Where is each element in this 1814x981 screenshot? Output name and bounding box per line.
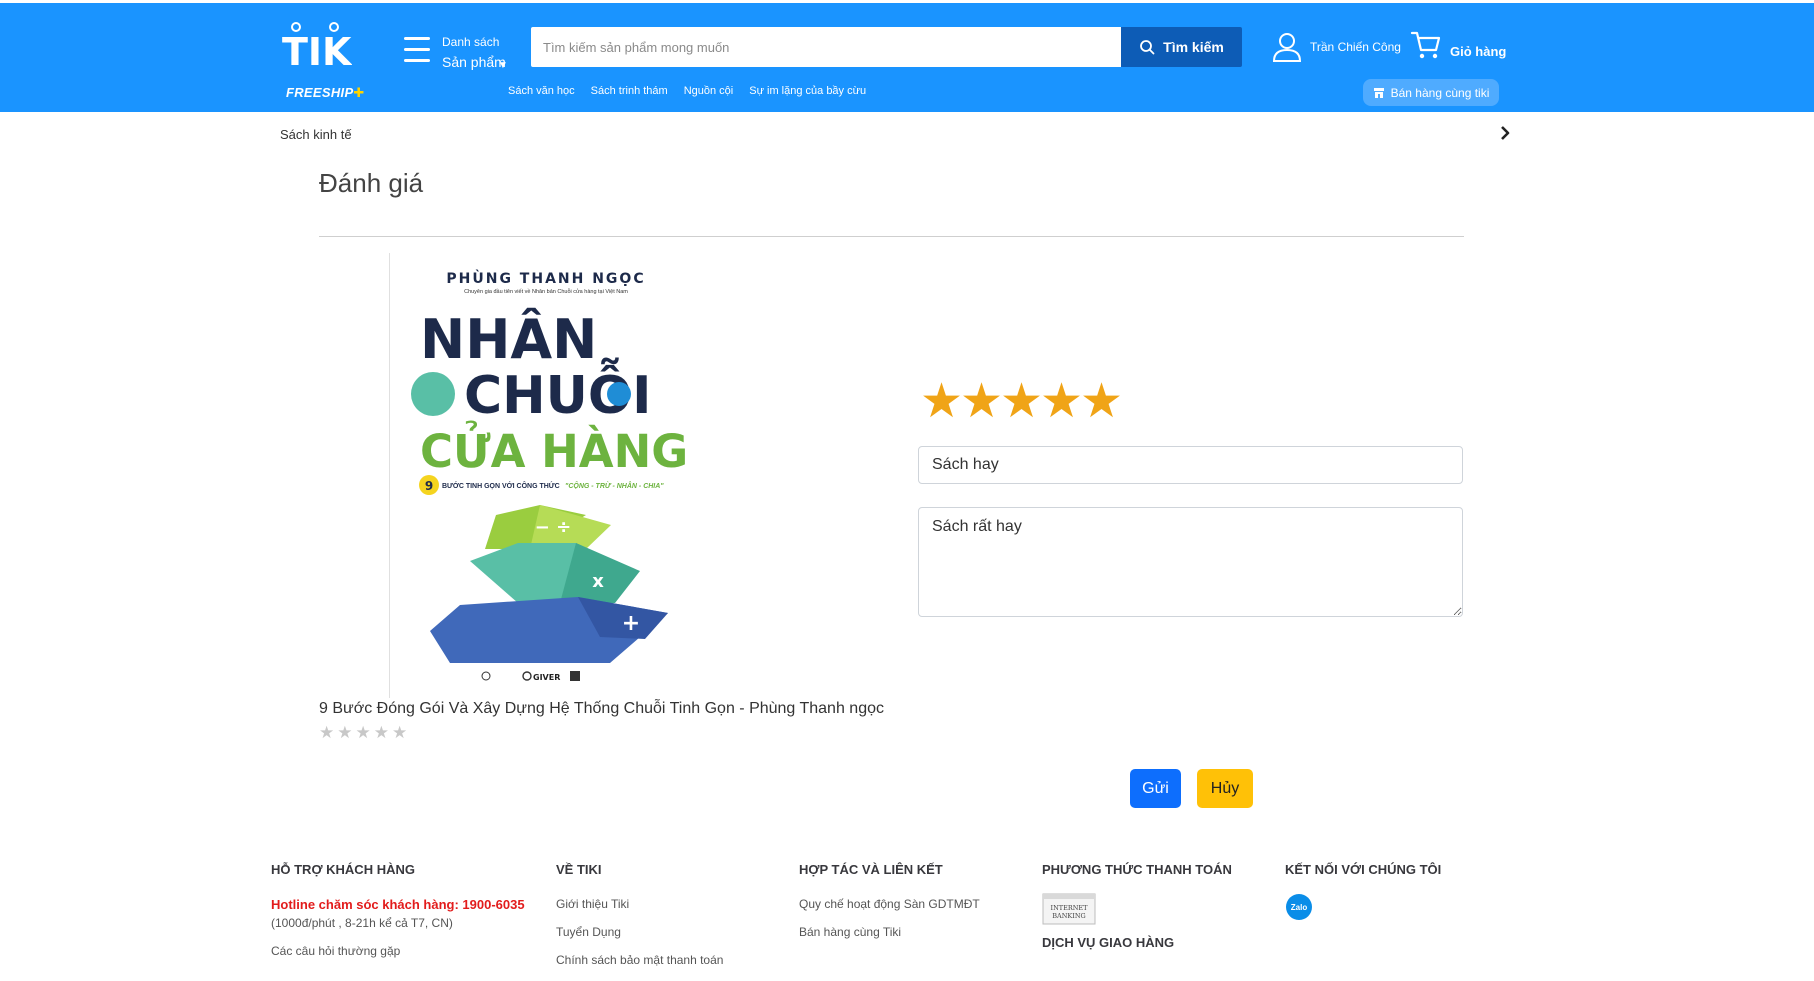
page-title: Đánh giá <box>319 168 424 198</box>
star-4-icon[interactable]: ★ <box>1040 378 1083 426</box>
sell-with-tiki-button[interactable]: Bán hàng cùng tiki <box>1363 79 1499 106</box>
tiki-logo-icon: TIKI <box>282 22 366 74</box>
quick-links: Sách văn học Sách trinh thám Nguồn cội S… <box>508 85 866 97</box>
search-icon <box>1140 40 1155 55</box>
star-2-icon[interactable]: ★ <box>960 378 1003 426</box>
chevron-right-icon[interactable] <box>1497 124 1513 142</box>
footer-partners-column: HỢP TÁC VÀ LIÊN KẾT Quy chế hoạt động Sà… <box>799 862 980 953</box>
product-cover-image: PHÙNG THANH NGỌC Chuyên gia đầu tiên viế… <box>389 253 696 698</box>
svg-text:PHÙNG THANH NGỌC: PHÙNG THANH NGỌC <box>446 269 645 287</box>
hotline-note: (1000đ/phút , 8-21h kể cả T7, CN) <box>271 916 453 930</box>
quick-link-0[interactable]: Sách văn học <box>508 85 575 97</box>
search-input[interactable] <box>531 27 1121 67</box>
freeship-badge: FREESHIP✚ <box>286 85 365 101</box>
footer-link-about-2[interactable]: Chính sách bảo mật thanh toán <box>556 953 723 967</box>
quick-link-2[interactable]: Nguồn cội <box>684 85 734 97</box>
review-content-textarea[interactable]: Sách rất hay <box>918 507 1463 617</box>
category-menu-button[interactable]: Danh sách Sản phẩm ▼ <box>404 33 514 75</box>
zalo-icon[interactable]: Zalo <box>1285 893 1313 921</box>
star-empty-icon: ★ <box>373 723 389 742</box>
store-icon <box>1373 87 1384 98</box>
footer-link-about-1[interactable]: Tuyển Dụng <box>556 925 723 939</box>
svg-text:x: x <box>592 571 604 592</box>
user-name: Trần Chiến Công <box>1310 40 1401 54</box>
star-empty-icon: ★ <box>319 723 335 742</box>
search-button[interactable]: Tìm kiếm <box>1121 27 1242 67</box>
product-name[interactable]: 9 Bước Đóng Gói Và Xây Dựng Hệ Thống Chu… <box>319 700 884 718</box>
footer-link-partners-0[interactable]: Quy chế hoạt động Sàn GDTMĐT <box>799 897 980 911</box>
hotline[interactable]: Hotline chăm sóc khách hàng: 1900-6035 <box>271 897 525 912</box>
menu-label-line2: Sản phẩm <box>442 54 506 70</box>
book-cover-art: PHÙNG THANH NGỌC Chuyên gia đầu tiên viế… <box>390 253 696 698</box>
footer-heading-payment: PHƯƠNG THỨC THANH TOÁN <box>1042 862 1232 877</box>
quick-link-1[interactable]: Sách trinh thám <box>591 85 668 97</box>
product-rating-stars: ★ ★ ★ ★ ★ <box>319 724 407 741</box>
review-title-input[interactable] <box>918 446 1463 484</box>
star-3-icon[interactable]: ★ <box>1000 378 1043 426</box>
footer-heading-about: VỀ TIKI <box>556 862 602 877</box>
site-header: TIKI FREESHIP✚ Danh sách Sản phẩm ▼ Tìm … <box>0 0 1814 112</box>
send-button[interactable]: Gửi <box>1130 769 1181 808</box>
search-button-label: Tìm kiếm <box>1163 39 1224 55</box>
hamburger-icon <box>404 37 430 65</box>
plus-icon: ✚ <box>353 85 365 100</box>
breadcrumb[interactable]: Sách kinh tế <box>280 127 352 142</box>
svg-text:Chuyên gia đầu tiên viết về Nh: Chuyên gia đầu tiên viết về Nhân bản Chu… <box>464 288 628 295</box>
footer-connect-column: KẾT NỐI VỚI CHÚNG TÔI Zalo <box>1285 862 1441 921</box>
review-rating-selector: ★ ★ ★ ★ ★ <box>920 378 1123 426</box>
svg-text:+: + <box>622 611 640 636</box>
star-empty-icon: ★ <box>355 723 371 742</box>
user-icon <box>1272 33 1302 62</box>
footer-heading-delivery: DỊCH VỤ GIAO HÀNG <box>1042 935 1175 950</box>
svg-text:BƯỚC TINH GỌN VỚI CÔNG THỨC: BƯỚC TINH GỌN VỚI CÔNG THỨC <box>442 481 560 490</box>
star-5-icon[interactable]: ★ <box>1080 378 1123 426</box>
star-1-icon[interactable]: ★ <box>920 378 963 426</box>
cart-icon <box>1410 31 1441 59</box>
sell-with-tiki-label: Bán hàng cùng tiki <box>1390 85 1490 100</box>
svg-text:BANKING: BANKING <box>1052 912 1085 920</box>
svg-text:CỬA HÀNG: CỬA HÀNG <box>420 421 688 478</box>
divider <box>319 236 1464 237</box>
footer-link-faq[interactable]: Các câu hỏi thường gặp <box>271 944 525 958</box>
cart-button[interactable]: Giỏ hàng <box>1410 29 1506 61</box>
caret-down-icon: ▼ <box>498 60 508 71</box>
footer-about-column: VỀ TIKI Giới thiệu Tiki Tuyển Dụng Chính… <box>556 862 723 981</box>
search-bar: Tìm kiếm <box>531 25 1242 68</box>
footer-link-partners-1[interactable]: Bán hàng cùng Tiki <box>799 925 980 939</box>
footer-heading-partners: HỢP TÁC VÀ LIÊN KẾT <box>799 862 943 877</box>
footer-heading-support: HỖ TRỢ KHÁCH HÀNG <box>271 862 415 877</box>
footer-payment-column: PHƯƠNG THỨC THANH TOÁN INTERNET BANKING … <box>1042 862 1232 970</box>
internet-banking-icon: INTERNET BANKING <box>1042 893 1096 925</box>
freeship-label: FREESHIP <box>286 85 354 100</box>
footer-link-about-0[interactable]: Giới thiệu Tiki <box>556 897 723 911</box>
tiki-logo[interactable]: TIKI <box>282 21 366 74</box>
footer-heading-connect: KẾT NỐI VỚI CHÚNG TÔI <box>1285 862 1442 877</box>
svg-text:GIVER: GIVER <box>533 673 560 682</box>
star-empty-icon: ★ <box>392 723 408 742</box>
account-menu[interactable]: Trần Chiến Công <box>1272 29 1401 65</box>
footer-support-column: HỖ TRỢ KHÁCH HÀNG Hotline chăm sóc khách… <box>271 862 525 972</box>
svg-text:INTERNET: INTERNET <box>1051 904 1089 912</box>
svg-text:9: 9 <box>425 479 433 493</box>
svg-text:Zalo: Zalo <box>1291 903 1308 912</box>
svg-text:"CỘNG - TRỪ - NHÂN - CHIA": "CỘNG - TRỪ - NHÂN - CHIA" <box>565 481 664 490</box>
svg-text:NHÂN: NHÂN <box>420 308 597 371</box>
cart-label: Giỏ hàng <box>1450 44 1507 59</box>
cancel-button[interactable]: Hủy <box>1197 769 1253 808</box>
star-empty-icon: ★ <box>337 723 353 742</box>
svg-text:TIKI: TIKI <box>282 30 352 71</box>
quick-link-3[interactable]: Sự im lặng của bầy cừu <box>749 85 866 97</box>
svg-text:− ÷: − ÷ <box>535 517 571 538</box>
menu-label-line1: Danh sách <box>442 35 500 49</box>
